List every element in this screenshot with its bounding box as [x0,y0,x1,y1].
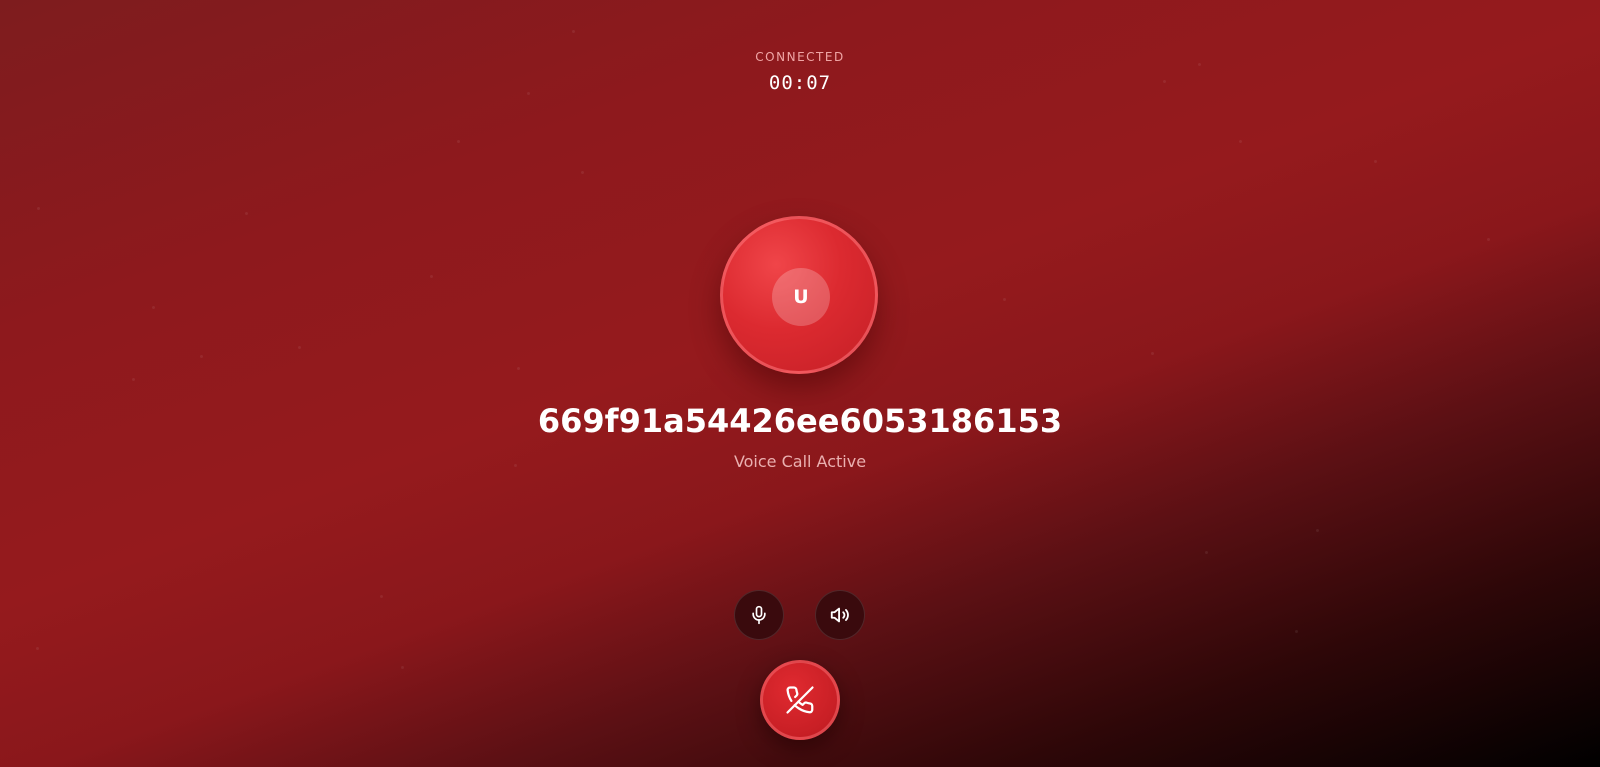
speaker-icon [829,604,851,626]
end-call-button[interactable] [760,660,840,740]
avatar-initial: U [772,268,830,326]
phone-hangup-icon [785,685,815,715]
caller-name: 669f91a54426ee6053186153 [537,402,1063,440]
call-status: CONNECTED [755,50,845,64]
speaker-button[interactable] [815,590,865,640]
call-timer: 00:07 [768,72,832,94]
microphone-icon [749,605,769,625]
mute-button[interactable] [734,590,784,640]
avatar: U [720,216,878,374]
call-type-label: Voice Call Active [733,452,867,471]
